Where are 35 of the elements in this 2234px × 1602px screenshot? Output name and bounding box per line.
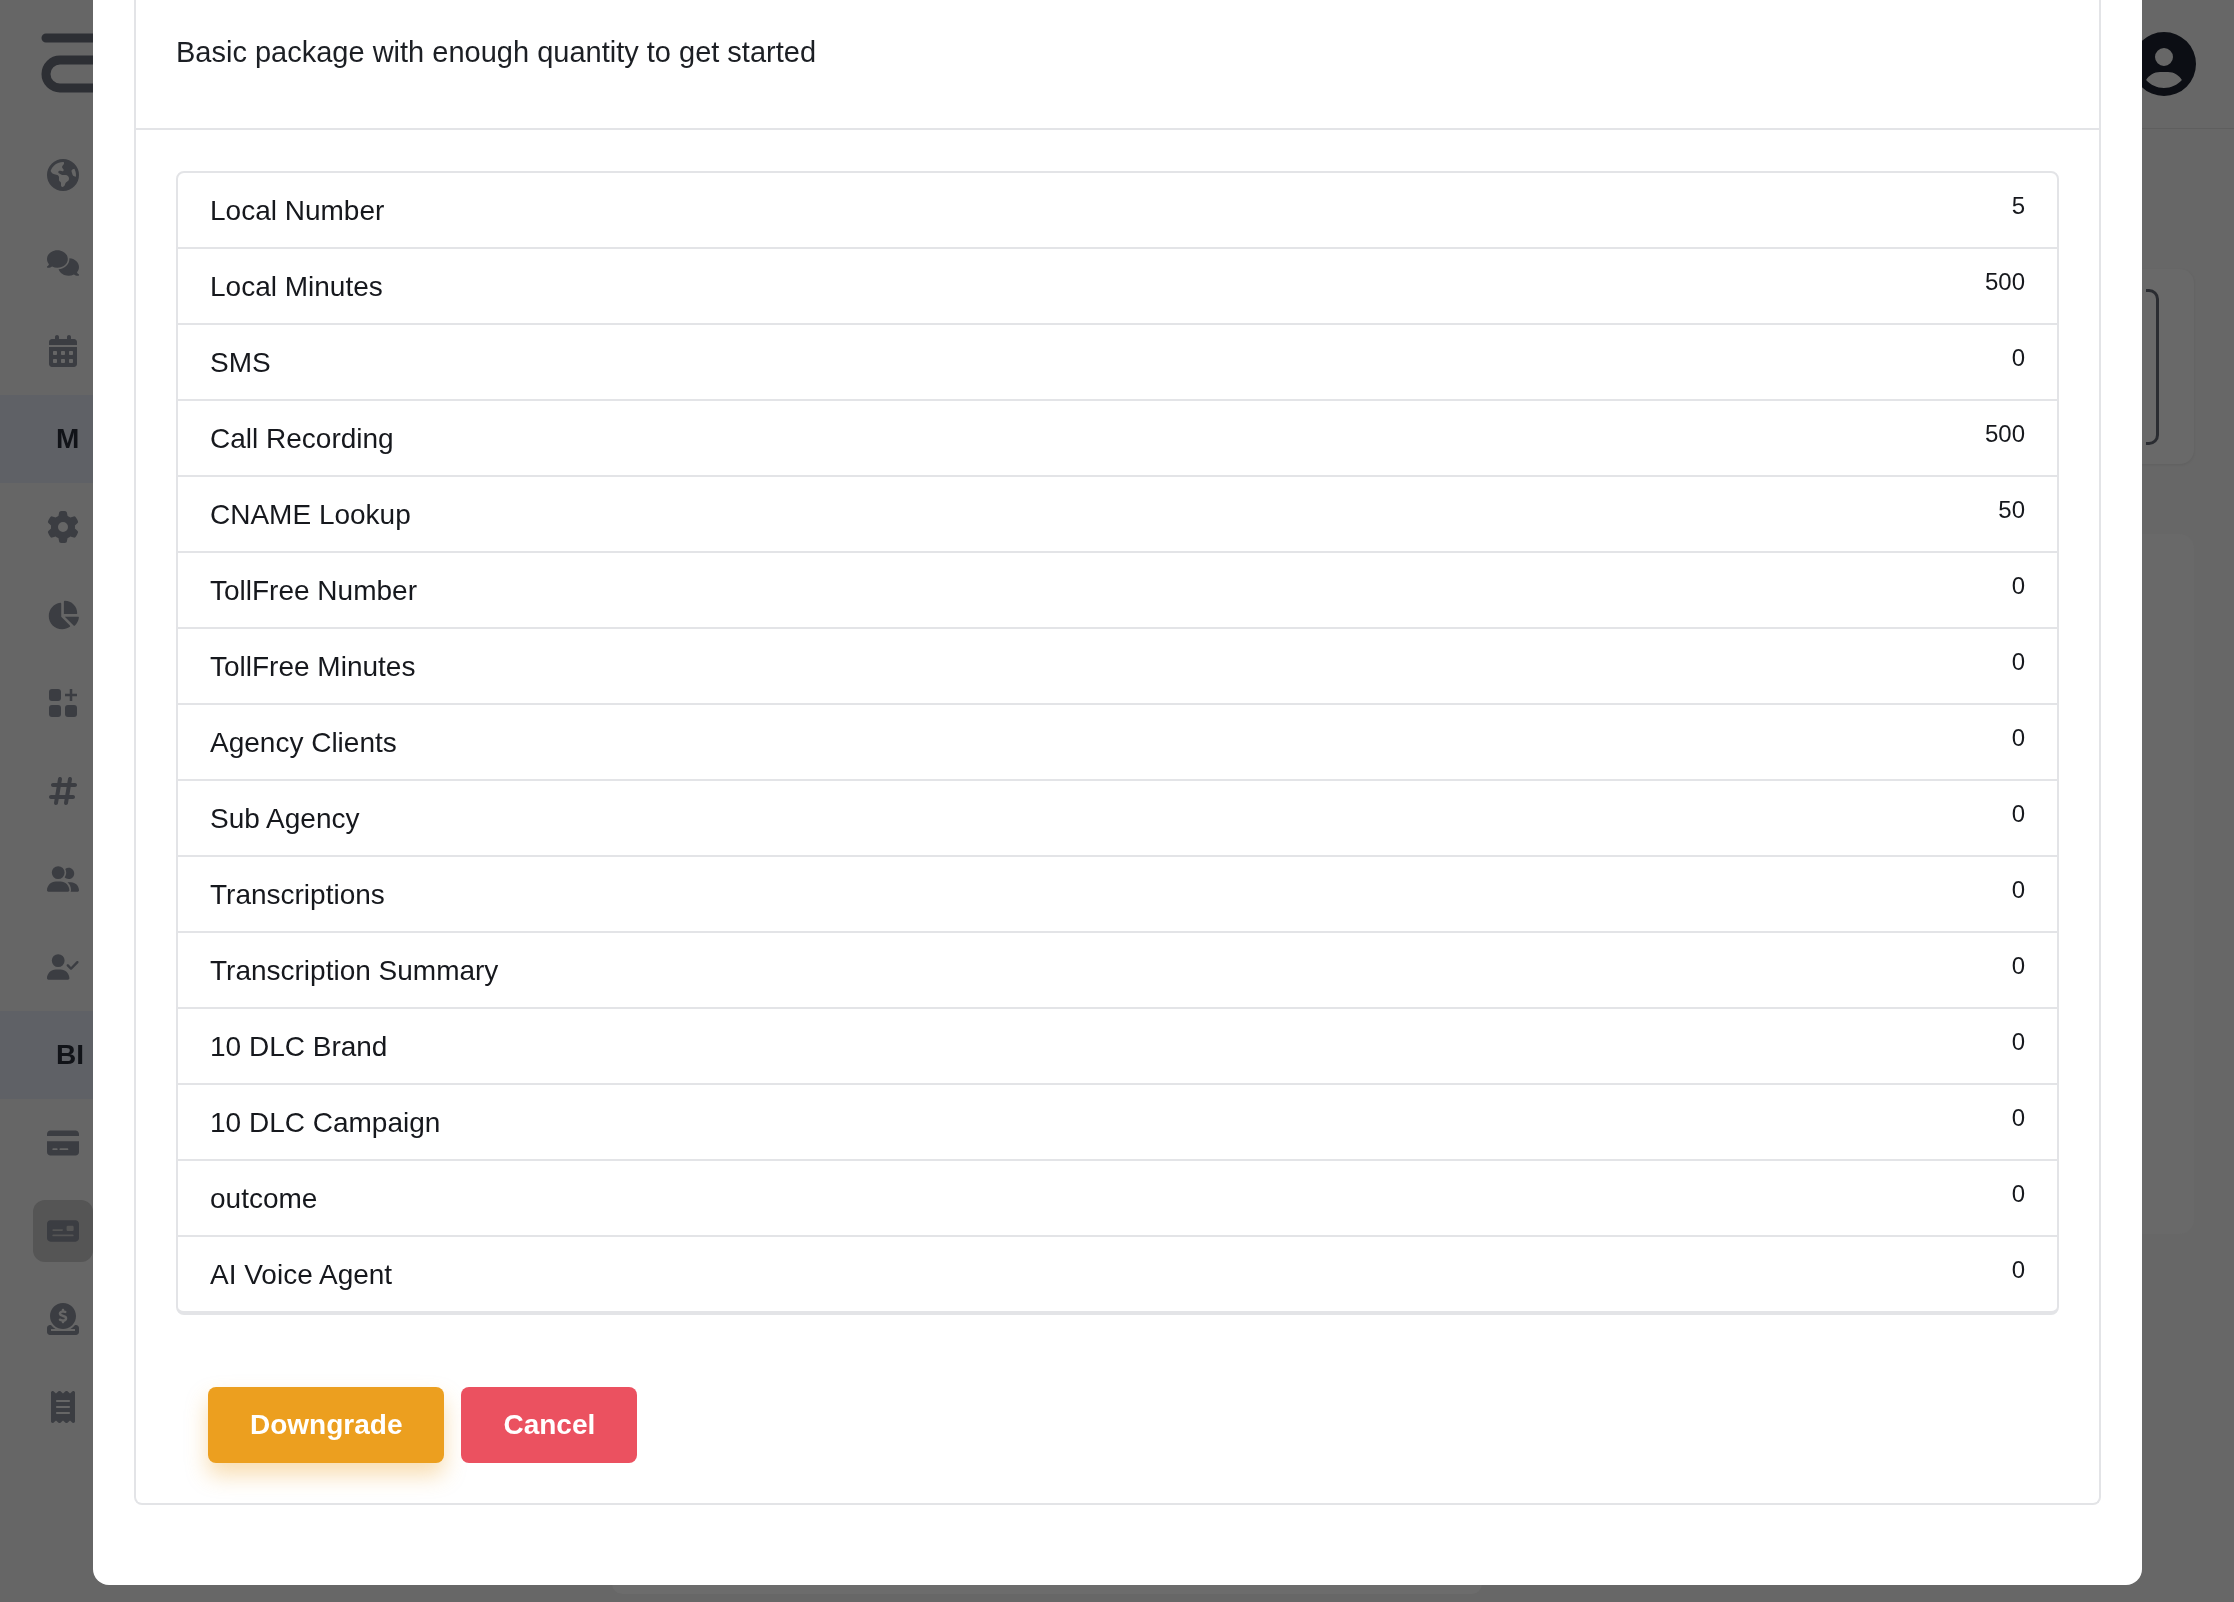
feature-name: Sub Agency xyxy=(210,802,360,836)
feature-name: Agency Clients xyxy=(210,726,397,760)
downgrade-button[interactable]: Downgrade xyxy=(208,1387,445,1463)
feature-quantity: 0 xyxy=(2011,1027,2025,1057)
feature-name: outcome xyxy=(210,1182,318,1216)
feature-name: TollFree Number xyxy=(210,574,417,608)
feature-quantity: 0 xyxy=(2011,647,2025,677)
feature-name: Local Number xyxy=(210,194,385,228)
feature-name: Call Recording xyxy=(210,422,394,456)
feature-name: 10 DLC Brand xyxy=(210,1030,388,1064)
feature-quantity: 0 xyxy=(2011,1255,2025,1285)
feature-quantity: 500 xyxy=(1984,267,2025,297)
feature-name: Transcription Summary xyxy=(210,954,499,988)
plan-description: Basic package with enough quantity to get started xyxy=(176,35,818,70)
feature-quantity: 5 xyxy=(2011,191,2025,221)
feature-name: Local Minutes xyxy=(210,270,383,304)
section-label: BI xyxy=(56,1039,84,1071)
feature-quantity: 0 xyxy=(2011,571,2025,601)
feature-name: SMS xyxy=(210,346,271,380)
feature-name: Transcriptions xyxy=(210,878,385,912)
section-label: M xyxy=(56,423,80,455)
feature-name: TollFree Minutes xyxy=(210,650,416,684)
feature-quantity: 0 xyxy=(2011,799,2025,829)
feature-quantity: 500 xyxy=(1984,419,2025,449)
feature-quantity: 0 xyxy=(2011,343,2025,373)
feature-quantity: 0 xyxy=(2011,1179,2025,1209)
feature-quantity: 0 xyxy=(2011,951,2025,981)
feature-quantity: 0 xyxy=(2011,723,2025,753)
feature-name: CNAME Lookup xyxy=(210,498,411,532)
cancel-button[interactable]: Cancel xyxy=(461,1387,638,1463)
feature-quantity: 0 xyxy=(2011,1103,2025,1133)
feature-quantity: 0 xyxy=(2011,875,2025,905)
feature-name: AI Voice Agent xyxy=(210,1258,393,1292)
feature-name: 10 DLC Campaign xyxy=(210,1106,441,1140)
feature-quantity: 50 xyxy=(1998,495,2025,525)
